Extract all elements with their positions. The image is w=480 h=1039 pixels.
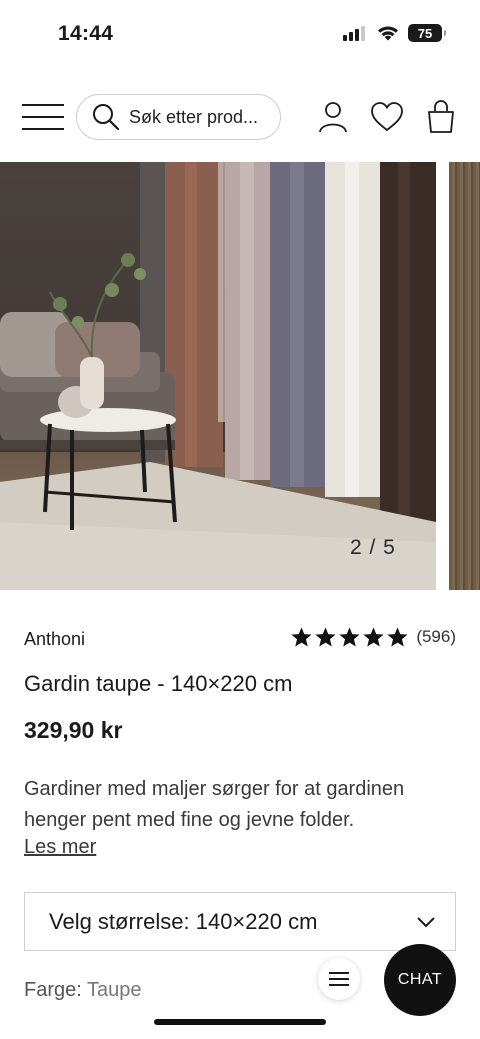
shopping-bag-icon[interactable] — [424, 100, 458, 134]
status-bar: 14:44 75 — [0, 0, 480, 70]
product-title: Gardin taupe - 140×220 cm — [24, 671, 293, 696]
status-time: 14:44 — [58, 22, 114, 45]
star-icon — [291, 627, 312, 647]
size-select-value: Velg størrelse: 140×220 cm — [49, 908, 318, 934]
curtain-room-photo — [0, 162, 436, 590]
search-input[interactable]: Søk etter prod... — [76, 94, 281, 140]
star-icon — [387, 627, 408, 647]
site-header: Søk etter prod... — [0, 88, 480, 146]
home-indicator — [154, 1019, 326, 1025]
floating-menu-button[interactable] — [318, 958, 360, 1000]
star-icon — [363, 627, 384, 647]
status-icons: 75 — [342, 24, 446, 42]
rating-count: (596) — [416, 627, 456, 646]
account-icon[interactable] — [316, 100, 350, 134]
search-placeholder: Søk etter prod... — [129, 106, 259, 127]
wishlist-heart-icon[interactable] — [370, 100, 404, 134]
product-rating[interactable]: (596) — [290, 626, 456, 648]
color-value: Taupe — [87, 979, 142, 1001]
star-icon — [339, 627, 360, 647]
signal-icon — [343, 26, 365, 41]
star-icon — [315, 627, 336, 647]
product-description: Gardiner med maljer sørger for at gardin… — [24, 778, 405, 831]
color-label: Farge: — [24, 979, 82, 1001]
gallery-counter: 2 / 5 — [350, 536, 396, 559]
battery-icon: 75 — [408, 24, 446, 42]
product-brand[interactable]: Anthoni — [24, 629, 85, 650]
chevron-down-icon — [417, 917, 435, 928]
size-select[interactable]: Velg størrelse: 140×220 cm — [24, 892, 456, 951]
search-icon — [93, 104, 120, 131]
next-slide-preview[interactable] — [449, 162, 480, 590]
chat-button[interactable]: CHAT — [384, 944, 456, 1016]
hamburger-menu-icon[interactable] — [22, 102, 64, 132]
product-price: 329,90 kr — [24, 717, 123, 743]
wifi-icon — [378, 26, 398, 41]
product-image[interactable]: 2 / 5 — [0, 162, 436, 590]
color-row: Farge: Taupe — [24, 979, 142, 1002]
list-menu-icon — [329, 972, 349, 986]
read-more-link[interactable]: Les mer — [24, 836, 96, 859]
product-gallery[interactable]: 2 / 5 — [0, 162, 480, 590]
